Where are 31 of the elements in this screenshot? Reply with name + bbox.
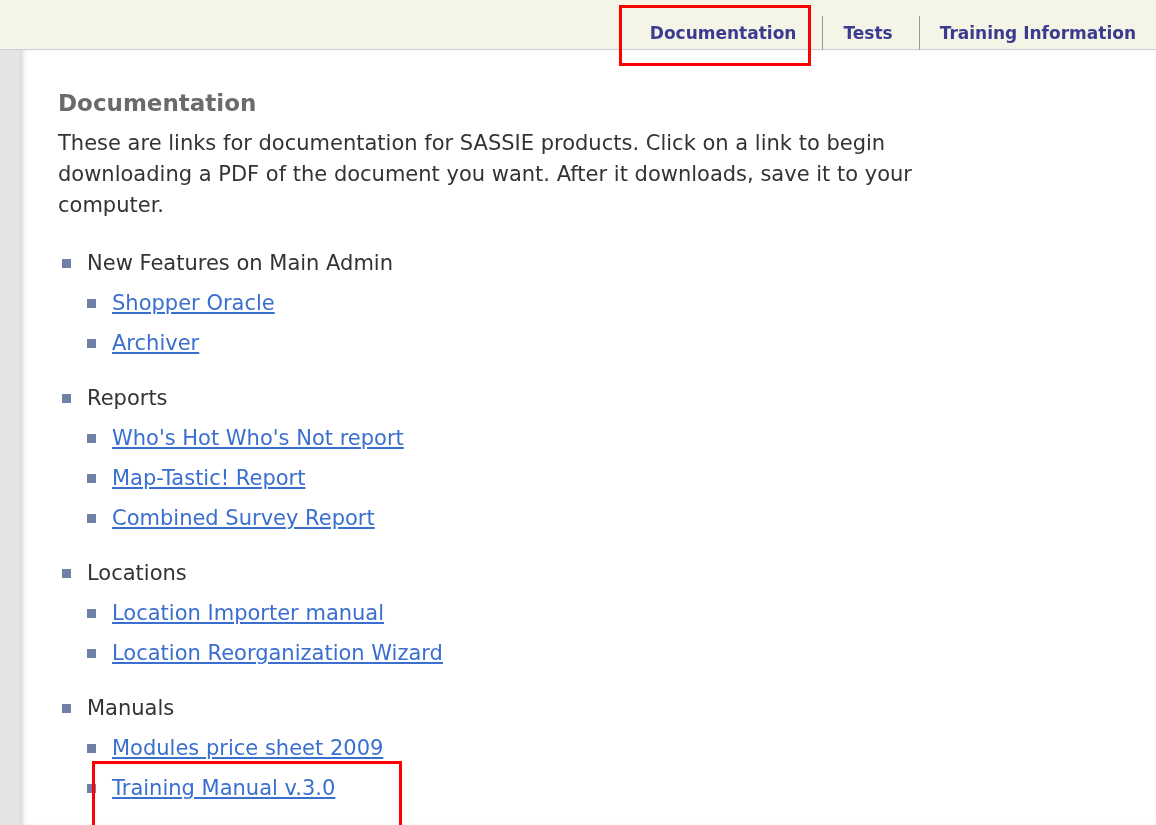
document-link[interactable]: Combined Survey Report — [112, 506, 375, 530]
document-link[interactable]: Training Manual v.3.0 — [112, 776, 336, 800]
nav-tab[interactable]: Tests — [822, 16, 919, 50]
section-label: New Features on Main Admin — [87, 251, 394, 275]
bullet-icon — [87, 513, 96, 523]
document-link[interactable]: Shopper Oracle — [112, 291, 275, 315]
bullet-icon — [62, 568, 71, 578]
document-link[interactable]: Map-Tastic! Report — [112, 466, 306, 490]
bullet-icon — [87, 743, 96, 753]
bullet-icon — [87, 338, 96, 348]
page-heading: Documentation — [58, 90, 258, 116]
document-link[interactable]: Archiver — [112, 331, 200, 355]
bullet-icon — [87, 433, 96, 443]
bullet-icon — [62, 703, 71, 713]
bullet-icon — [87, 298, 96, 308]
document-link[interactable]: Modules price sheet 2009 — [112, 736, 384, 760]
bullet-icon — [87, 648, 96, 658]
bullet-icon — [87, 608, 96, 618]
bullet-icon — [87, 473, 96, 483]
document-link[interactable]: Location Importer manual — [112, 601, 385, 625]
section-label: Reports — [87, 386, 168, 410]
section-label: Locations — [87, 561, 187, 585]
bullet-icon — [87, 783, 96, 793]
bullet-icon — [62, 258, 71, 268]
document-link[interactable]: Who's Hot Who's Not report — [112, 426, 404, 450]
intro-paragraph: These are links for documentation for SASSIE products. Click on a link to begin downloading a PDF of the document you want. After it downloads, save it to your computer. — [58, 130, 913, 219]
nav-tab[interactable]: Training Information — [918, 16, 1136, 50]
bullet-icon — [62, 393, 71, 403]
section-label: Manuals — [87, 696, 175, 720]
document-link[interactable]: Location Reorganization Wizard — [112, 641, 443, 665]
nav-tab[interactable]: Documentation — [629, 16, 823, 50]
